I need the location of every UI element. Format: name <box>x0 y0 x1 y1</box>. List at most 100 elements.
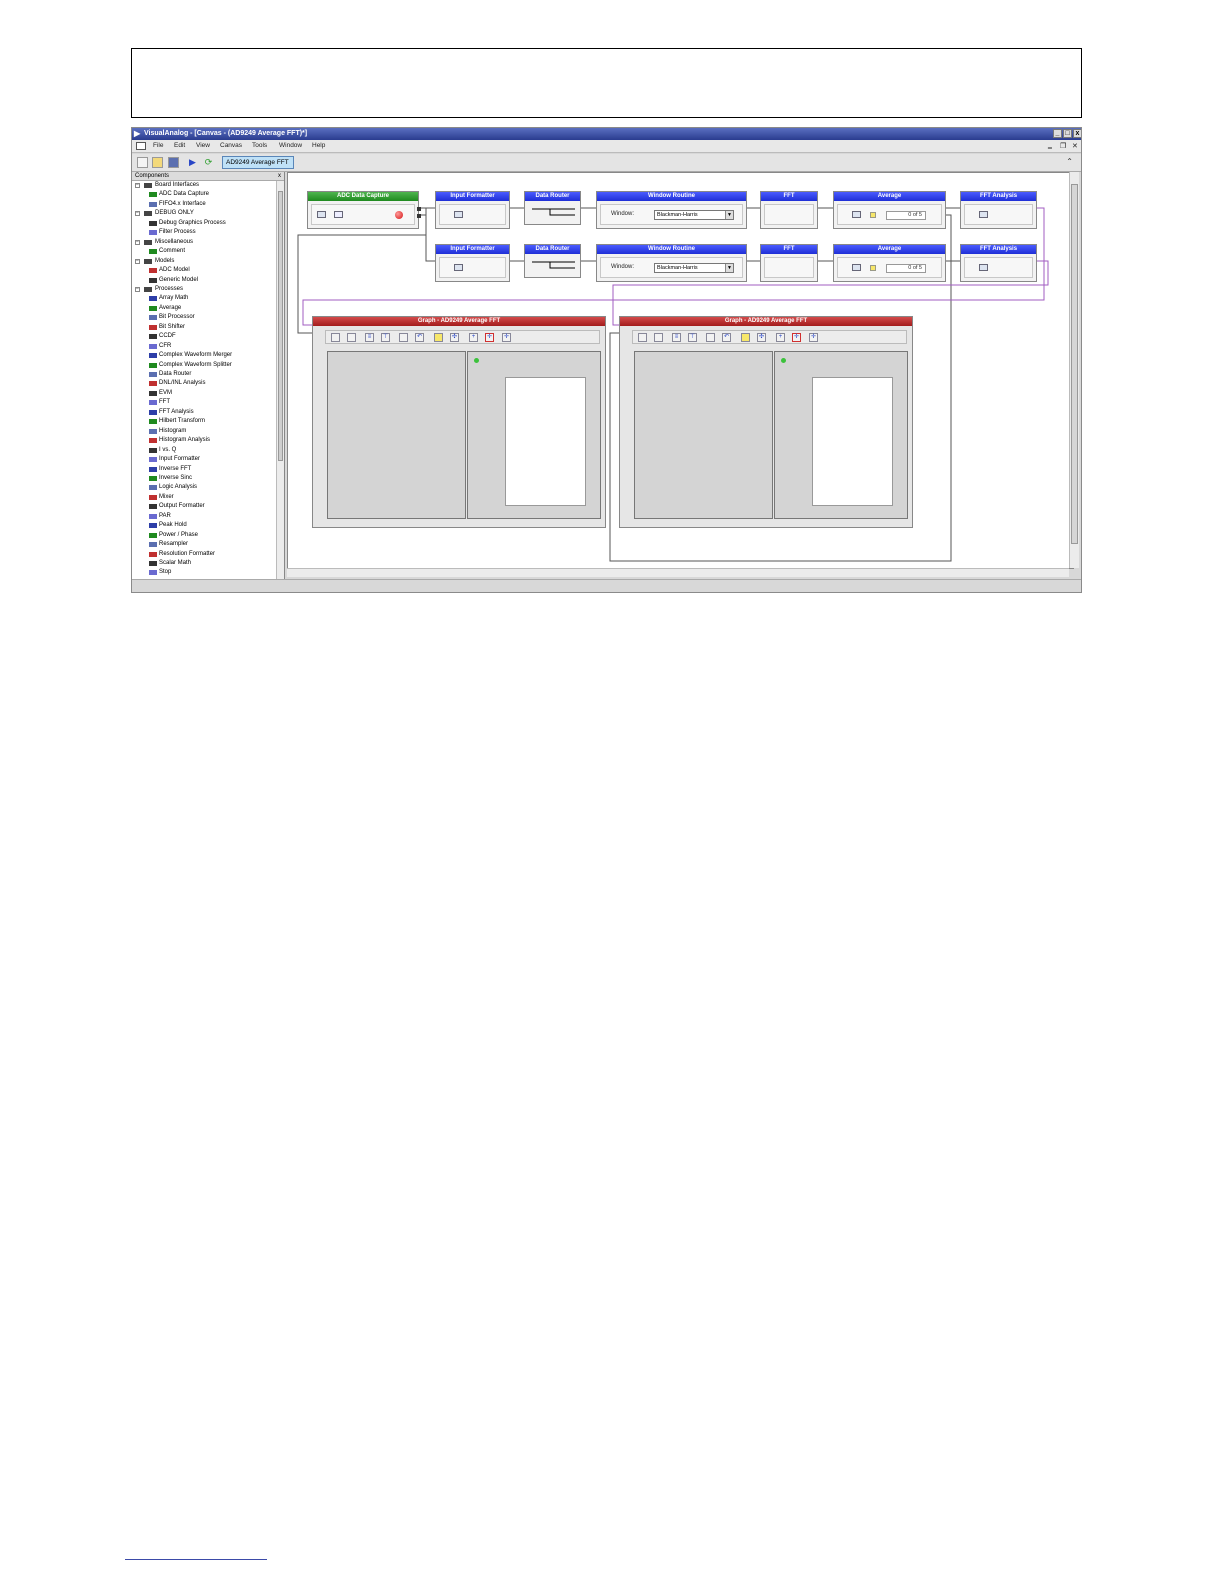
graph-marker-icon[interactable]: ⊤ <box>688 333 697 342</box>
menu-file[interactable]: File <box>153 142 163 149</box>
fft-analysis-settings-icon[interactable] <box>979 264 988 271</box>
graph-list-icon[interactable]: ≡ <box>672 333 681 342</box>
mdi-close-icon[interactable]: ✕ <box>1072 142 1078 150</box>
graph-crosshair-icon[interactable]: ✛ <box>485 333 494 342</box>
tree-scroll-thumb[interactable] <box>278 191 283 461</box>
tree-expander-icon[interactable]: − <box>135 286 140 292</box>
graph-table-icon[interactable] <box>347 333 356 342</box>
average-settings-icon[interactable] <box>852 211 861 218</box>
canvas-vscroll-thumb[interactable] <box>1071 184 1078 544</box>
refresh-icon[interactable]: ⟳ <box>203 157 214 168</box>
maximize-button[interactable]: □ <box>1063 129 1072 138</box>
graph-highlight-icon[interactable] <box>741 333 750 342</box>
minimize-button[interactable]: _ <box>1053 129 1062 138</box>
tree-expander-icon[interactable]: − <box>135 258 140 264</box>
fft-block-2[interactable]: FFT <box>760 244 818 282</box>
fft-analysis-block-2[interactable]: FFT Analysis <box>960 244 1037 282</box>
menu-help[interactable]: Help <box>312 142 325 149</box>
menu-canvas[interactable]: Canvas <box>220 142 242 149</box>
average-block-2[interactable]: Average 0 of 5 <box>833 244 946 282</box>
canvas-vertical-scrollbar[interactable] <box>1069 172 1079 568</box>
adc-data-capture-block[interactable]: ADC Data Capture <box>307 191 421 229</box>
component-icon <box>149 201 157 207</box>
stop-record-icon[interactable] <box>395 211 403 219</box>
graph-table-icon[interactable] <box>654 333 663 342</box>
router-lines-icon <box>532 208 575 216</box>
menu-tools[interactable]: Tools <box>252 142 267 149</box>
input-formatter-block-1[interactable]: Input Formatter <box>435 191 510 229</box>
mdi-doc-icon[interactable] <box>136 142 146 150</box>
collapse-caret-icon[interactable]: ⌃ <box>1066 157 1073 166</box>
menu-view[interactable]: View <box>196 142 210 149</box>
graph-plot-area-1[interactable] <box>327 351 466 519</box>
graph-cursor-icon[interactable]: + <box>776 333 785 342</box>
graph-zoom-fit-icon[interactable]: ✣ <box>450 333 459 342</box>
menu-edit[interactable]: Edit <box>174 142 185 149</box>
component-icon <box>149 192 157 198</box>
chevron-down-icon[interactable]: ▼ <box>725 264 733 272</box>
graph-undo-icon[interactable]: ↶ <box>722 333 731 342</box>
close-button[interactable]: x <box>1073 129 1081 138</box>
capture-settings-icon[interactable] <box>317 211 326 218</box>
graph-pan-icon[interactable]: ✛ <box>502 333 511 342</box>
graph-save-icon[interactable] <box>706 333 715 342</box>
graph-crosshair-icon[interactable]: ✛ <box>792 333 801 342</box>
average-block-1[interactable]: Average 0 of 5 <box>833 191 946 229</box>
window-routine-block-2[interactable]: Window Routine Window: Blackman-Harris ▼ <box>596 244 747 282</box>
mdi-restore-icon[interactable]: ❐ <box>1060 142 1066 150</box>
fft-analysis-body-2 <box>964 257 1033 278</box>
window-select-2[interactable]: Blackman-Harris ▼ <box>654 263 734 273</box>
input-formatter-block-2[interactable]: Input Formatter <box>435 244 510 282</box>
graph-list-icon[interactable]: ≡ <box>365 333 374 342</box>
graph-grid-icon[interactable] <box>331 333 340 342</box>
canvas-tab[interactable]: AD9249 Average FFT <box>222 156 294 169</box>
window-select-1[interactable]: Blackman-Harris ▼ <box>654 210 734 220</box>
graph-window-2[interactable]: Graph - AD9249 Average FFT ≡ ⊤ ↶ ✣ + ✛ ✛ <box>619 316 913 528</box>
graph-window-1[interactable]: Graph - AD9249 Average FFT ≡ ⊤ ↶ ✣ + ✛ ✛ <box>312 316 606 528</box>
graph-marker-icon[interactable]: ⊤ <box>381 333 390 342</box>
run-play-icon[interactable]: ▶ <box>187 157 198 168</box>
graph-undo-icon[interactable]: ↶ <box>415 333 424 342</box>
visualanalog-window: ▶ VisualAnalog - [Canvas - (AD9249 Avera… <box>131 127 1082 593</box>
fft-analysis-settings-icon[interactable] <box>979 211 988 218</box>
canvas-horizontal-scrollbar[interactable] <box>287 568 1069 577</box>
graph-cursor-icon[interactable]: + <box>469 333 478 342</box>
tree-expander-icon[interactable]: − <box>135 239 140 245</box>
window-select-value-2: Blackman-Harris <box>657 265 698 271</box>
component-icon <box>149 513 157 519</box>
window-routine-block-1[interactable]: Window Routine Window: Blackman-Harris ▼ <box>596 191 747 229</box>
graph-pan-icon[interactable]: ✛ <box>809 333 818 342</box>
tree-expander-icon[interactable]: − <box>135 183 140 188</box>
chevron-down-icon[interactable]: ▼ <box>725 211 733 219</box>
menu-window[interactable]: Window <box>279 142 302 149</box>
graph-zoom-fit-icon[interactable]: ✣ <box>757 333 766 342</box>
open-folder-icon[interactable] <box>152 157 163 168</box>
fft-block-1[interactable]: FFT <box>760 191 818 229</box>
fft-analysis-block-1[interactable]: FFT Analysis <box>960 191 1037 229</box>
component-icon <box>149 305 157 311</box>
status-bar <box>132 579 1081 592</box>
input-formatter-settings-icon[interactable] <box>454 264 463 271</box>
component-icon <box>149 353 157 359</box>
graph-plot-area-2[interactable] <box>634 351 773 519</box>
data-router-block-1[interactable]: Data Router <box>524 191 581 225</box>
graph-highlight-icon[interactable] <box>434 333 443 342</box>
capture-channel-icon[interactable] <box>334 211 343 218</box>
mdi-minimize-icon[interactable]: ‗ <box>1048 142 1052 149</box>
components-panel-close[interactable]: x <box>278 172 281 181</box>
tree-scrollbar[interactable] <box>276 181 284 579</box>
component-icon <box>149 447 157 453</box>
output-port[interactable] <box>417 207 421 211</box>
tree-item-label: Debug Graphics Process <box>159 219 226 226</box>
canvas-area[interactable]: ADC Data Capture Input Formatter Data Ro… <box>287 172 1074 569</box>
output-port[interactable] <box>417 214 421 218</box>
new-canvas-icon[interactable] <box>137 157 148 168</box>
tree-expander-icon[interactable]: − <box>135 211 140 217</box>
average-settings-icon[interactable] <box>852 264 861 271</box>
graph-grid-icon[interactable] <box>638 333 647 342</box>
graph-save-icon[interactable] <box>399 333 408 342</box>
tree-item-label: Histogram Analysis <box>159 437 211 444</box>
data-router-block-2[interactable]: Data Router <box>524 244 581 278</box>
save-disk-icon[interactable] <box>168 157 179 168</box>
input-formatter-settings-icon[interactable] <box>454 211 463 218</box>
